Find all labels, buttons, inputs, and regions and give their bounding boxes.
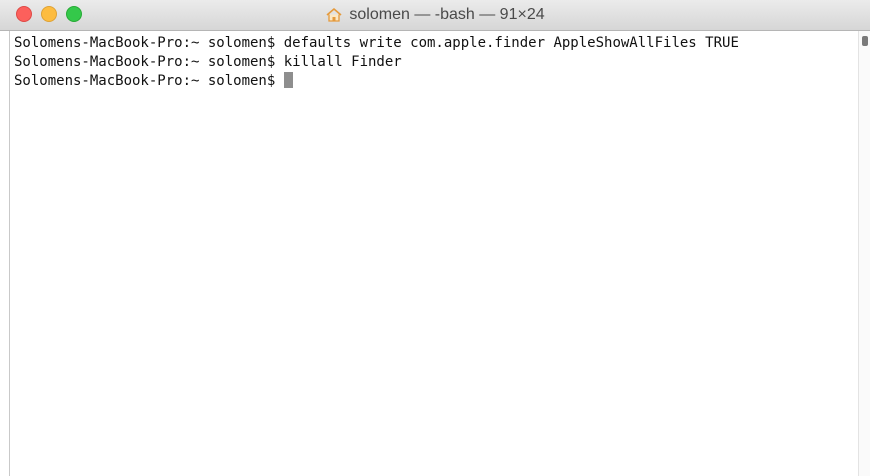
window-title-area: solomen — -bash — 91×24 xyxy=(0,0,870,30)
terminal-line: Solomens-MacBook-Pro:~ solomen$ defaults… xyxy=(14,35,739,51)
terminal-prompt: Solomens-MacBook-Pro:~ solomen$ xyxy=(14,73,284,89)
terminal-line: Solomens-MacBook-Pro:~ solomen$ killall … xyxy=(14,54,402,70)
terminal-prompt-line: Solomens-MacBook-Pro:~ solomen$ xyxy=(14,72,858,91)
title-bar[interactable]: solomen — -bash — 91×24 xyxy=(0,0,870,31)
scrollbar-thumb[interactable] xyxy=(862,36,868,46)
terminal-output[interactable]: Solomens-MacBook-Pro:~ solomen$ defaults… xyxy=(9,31,858,476)
terminal-window: solomen — -bash — 91×24 Solomens-MacBook… xyxy=(0,0,870,476)
vertical-scrollbar[interactable] xyxy=(858,31,870,476)
home-icon xyxy=(326,8,342,22)
text-cursor xyxy=(283,72,293,88)
window-title: solomen — -bash — 91×24 xyxy=(349,6,545,23)
